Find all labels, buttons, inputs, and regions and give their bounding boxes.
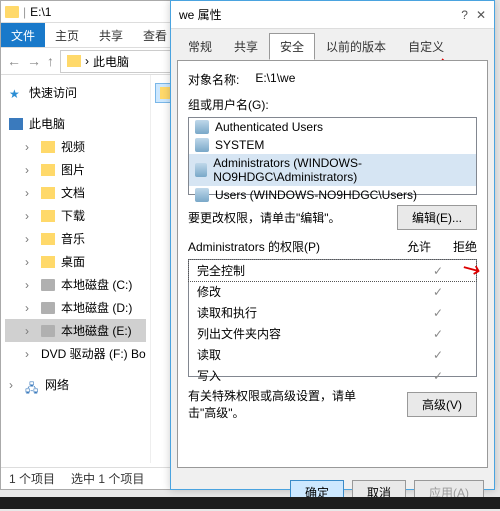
edit-hint: 要更改权限，请单击"编辑"。 bbox=[188, 209, 341, 226]
tree-desktop[interactable]: ›桌面 bbox=[5, 250, 146, 273]
deny-header: 拒绝 bbox=[453, 238, 477, 255]
edit-button[interactable]: 编辑(E)... bbox=[397, 205, 477, 230]
disk-icon bbox=[41, 279, 55, 291]
check-icon: ✓ bbox=[408, 369, 468, 383]
perm-row-read[interactable]: 读取✓ bbox=[189, 344, 476, 365]
tree-network[interactable]: ›🖧网络 bbox=[5, 373, 146, 396]
tree-quick-access[interactable]: ★快速访问 bbox=[5, 81, 146, 104]
title-sep: | bbox=[23, 5, 26, 19]
disk-icon bbox=[41, 325, 55, 337]
breadcrumb-text: 此电脑 bbox=[93, 53, 129, 70]
folder-icon bbox=[41, 256, 55, 268]
tree-music[interactable]: ›音乐 bbox=[5, 227, 146, 250]
perm-row-full-control[interactable]: 完全控制✓ bbox=[189, 260, 476, 281]
check-icon: ✓ bbox=[408, 306, 468, 320]
help-icon[interactable]: ? bbox=[461, 8, 468, 22]
dialog-title: we 属性 bbox=[179, 6, 222, 23]
tree-disk-c[interactable]: ›本地磁盘 (C:) bbox=[5, 273, 146, 296]
nav-tree: ★快速访问 此电脑 ›视频 ›图片 ›文档 ›下载 ›音乐 ›桌面 ›本地磁盘 … bbox=[1, 75, 151, 463]
group-item[interactable]: Authenticated Users bbox=[189, 118, 476, 136]
check-icon: ✓ bbox=[408, 327, 468, 341]
tree-disk-d[interactable]: ›本地磁盘 (D:) bbox=[5, 296, 146, 319]
tree-dvd[interactable]: ›DVD 驱动器 (F:) Bo bbox=[5, 342, 146, 365]
folder-icon bbox=[67, 55, 81, 67]
crumb-sep: › bbox=[85, 54, 89, 68]
dialog-tabs: 常规 共享 安全 以前的版本 自定义 bbox=[171, 29, 494, 60]
check-icon: ✓ bbox=[408, 285, 468, 299]
folder-icon bbox=[41, 187, 55, 199]
perm-row-read-execute[interactable]: 读取和执行✓ bbox=[189, 302, 476, 323]
tab-previous-versions[interactable]: 以前的版本 bbox=[315, 33, 397, 60]
close-icon[interactable]: ✕ bbox=[476, 8, 486, 22]
group-item-selected[interactable]: Administrators (WINDOWS-NO9HDGC\Administ… bbox=[189, 154, 476, 186]
tab-file[interactable]: 文件 bbox=[1, 23, 45, 47]
nav-back-icon[interactable]: ← bbox=[7, 53, 21, 69]
check-icon: ✓ bbox=[408, 348, 468, 362]
security-panel: 对象名称: E:\1\we 组或用户名(G): Authenticated Us… bbox=[177, 60, 488, 468]
folder-icon bbox=[41, 233, 55, 245]
tree-downloads[interactable]: ›下载 bbox=[5, 204, 146, 227]
permissions-label: Administrators 的权限(P) bbox=[188, 238, 320, 255]
groups-listbox[interactable]: Authenticated Users SYSTEM Administrator… bbox=[188, 117, 477, 195]
star-icon: ★ bbox=[9, 87, 23, 99]
tab-general[interactable]: 常规 bbox=[177, 33, 223, 60]
nav-up-icon[interactable]: ↑ bbox=[47, 53, 54, 69]
tab-security[interactable]: 安全 bbox=[269, 33, 315, 60]
perm-row-write[interactable]: 写入✓ bbox=[189, 365, 476, 386]
tab-home[interactable]: 主页 bbox=[45, 23, 89, 47]
check-icon: ✓ bbox=[408, 264, 468, 278]
nav-fwd-icon[interactable]: → bbox=[27, 53, 41, 69]
permissions-listbox[interactable]: ↘ 完全控制✓ 修改✓ 读取和执行✓ 列出文件夹内容✓ 读取✓ 写入✓ bbox=[188, 259, 477, 377]
group-icon bbox=[195, 163, 207, 177]
tree-documents[interactable]: ›文档 bbox=[5, 181, 146, 204]
pc-icon bbox=[9, 118, 23, 130]
tree-this-pc[interactable]: 此电脑 bbox=[5, 112, 146, 135]
object-name-value: E:\1\we bbox=[255, 71, 295, 88]
groups-label: 组或用户名(G): bbox=[188, 96, 477, 113]
folder-icon bbox=[41, 164, 55, 176]
tree-disk-e[interactable]: ›本地磁盘 (E:) bbox=[5, 319, 146, 342]
perm-row-modify[interactable]: 修改✓ bbox=[189, 281, 476, 302]
properties-dialog: we 属性 ? ✕ 常规 共享 安全 以前的版本 自定义 ↘ 对象名称: E:\… bbox=[170, 0, 495, 490]
tab-sharing[interactable]: 共享 bbox=[223, 33, 269, 60]
tab-share[interactable]: 共享 bbox=[89, 23, 133, 47]
object-name-label: 对象名称: bbox=[188, 71, 239, 88]
tree-pictures[interactable]: ›图片 bbox=[5, 158, 146, 181]
allow-header: 允许 bbox=[407, 238, 431, 255]
network-icon: 🖧 bbox=[25, 379, 39, 391]
user-icon bbox=[195, 138, 209, 152]
folder-icon bbox=[41, 141, 55, 153]
advanced-button[interactable]: 高级(V) bbox=[407, 392, 477, 417]
taskbar bbox=[0, 497, 500, 509]
folder-icon bbox=[41, 210, 55, 222]
perm-row-list-folder[interactable]: 列出文件夹内容✓ bbox=[189, 323, 476, 344]
tab-customize[interactable]: 自定义 bbox=[397, 33, 455, 60]
group-item[interactable]: SYSTEM bbox=[189, 136, 476, 154]
disk-icon bbox=[41, 302, 55, 314]
tree-video[interactable]: ›视频 bbox=[5, 135, 146, 158]
group-icon bbox=[195, 188, 209, 202]
status-count: 1 个项目 bbox=[9, 470, 55, 487]
group-item[interactable]: Users (WINDOWS-NO9HDGC\Users) bbox=[189, 186, 476, 204]
folder-icon bbox=[5, 6, 19, 18]
user-icon bbox=[195, 120, 209, 134]
advanced-hint: 有关特殊权限或高级设置，请单击"高级"。 bbox=[188, 387, 368, 421]
status-selected: 选中 1 个项目 bbox=[71, 470, 144, 487]
dialog-titlebar: we 属性 ? ✕ bbox=[171, 1, 494, 29]
explorer-title-path: E:\1 bbox=[30, 5, 51, 19]
